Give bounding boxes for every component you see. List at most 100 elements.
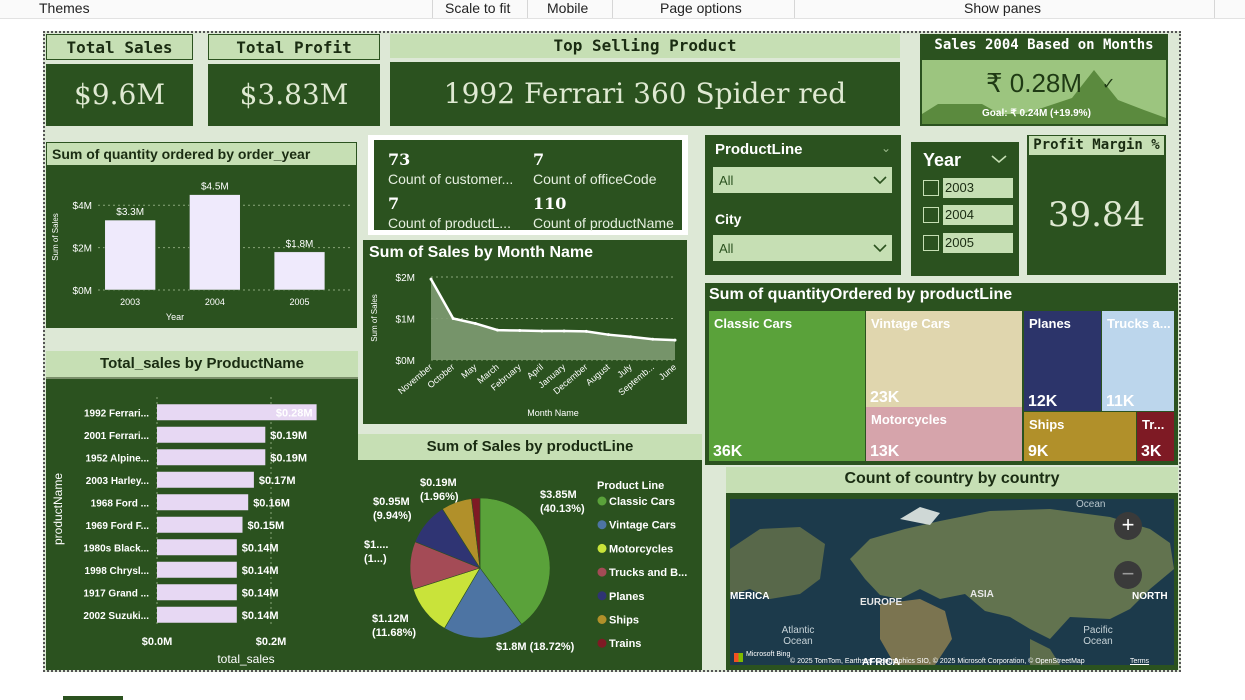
treemap-cell[interactable]: Tr... 3K <box>1137 412 1174 461</box>
legend-item: Trucks and B... <box>609 567 687 579</box>
page-tab-indicator[interactable] <box>63 696 123 700</box>
treemap-cell-value: 12K <box>1028 393 1058 410</box>
treemap-cell[interactable]: Classic Cars 36K <box>709 311 865 461</box>
data-point <box>540 329 544 333</box>
top-product-title: Top Selling Product <box>390 34 900 58</box>
legend-marker <box>597 543 607 553</box>
sales-by-product-chart[interactable]: $0.0M $0.2M 1992 Ferrari... $0.28M 2001 Ferr… <box>46 379 358 670</box>
y-tick-label: $2M <box>396 273 415 284</box>
bar <box>157 449 266 466</box>
treemap-cell[interactable]: Vintage Cars 23K <box>866 311 1022 407</box>
sales-by-productline-chart[interactable]: $3.85M (40.13%) $1.8M (18.72%) $1.12M (11.68… <box>358 460 702 670</box>
chevron-down-icon: ⌄ <box>881 141 892 155</box>
sales-2004-value: ₹ 0.28M <box>986 68 1083 98</box>
treemap-cell-label: Vintage Cars <box>871 316 951 331</box>
data-point <box>473 321 477 325</box>
map-label-asia: ASIA <box>970 589 994 600</box>
treemap-cell[interactable]: Motorcycles 13K <box>866 407 1022 461</box>
area-fill <box>431 279 675 360</box>
map-brand: Microsoft Bing <box>746 651 791 658</box>
data-point <box>584 329 588 333</box>
data-label: $4.5M <box>201 182 229 193</box>
treemap-cell[interactable]: Trucks a... 11K <box>1102 311 1174 411</box>
menu-scale-to-fit[interactable]: Scale to fit <box>445 0 510 18</box>
y-tick-label: $0M <box>73 286 92 297</box>
bar <box>157 516 243 533</box>
map-label-north: NORTH <box>1132 591 1168 602</box>
y-axis-title: productName <box>51 473 65 545</box>
menu-themes[interactable]: Themes <box>39 0 90 18</box>
sales-by-product-svg: $0.0M $0.2M 1992 Ferrari... $0.28M 2001 Ferr… <box>51 397 317 666</box>
customers-count-label: Count of customer... <box>388 171 514 187</box>
legend-marker <box>597 567 607 577</box>
treemap-cell-label: Classic Cars <box>714 316 793 331</box>
data-point <box>651 337 655 341</box>
profit-margin-title: Profit Margin % <box>1029 136 1164 155</box>
menu-divider <box>794 0 795 18</box>
counts-card-frame: 73 Count of customer... 7 Count of offic… <box>368 135 688 235</box>
data-point <box>606 333 610 337</box>
productline-dropdown-value: All <box>719 173 734 188</box>
profit-margin-card: Profit Margin % 39.84 <box>1027 135 1166 275</box>
data-label: (40.13%) <box>540 503 585 515</box>
map-terms-link[interactable]: Terms <box>1130 658 1149 665</box>
qty-by-productline-treemap[interactable]: Sum of quantityOrdered by productLine Cl… <box>705 283 1178 465</box>
x-axis-title: total_sales <box>217 652 274 666</box>
menu-show-panes[interactable]: Show panes <box>964 0 1041 18</box>
city-slicer-label: City <box>715 211 742 227</box>
year-2005-option[interactable]: 2005 <box>943 233 1013 253</box>
treemap-cell[interactable]: Planes 12K <box>1024 311 1101 411</box>
sales-by-productline-svg: $3.85M (40.13%) $1.8M (18.72%) $1.12M (11.68… <box>364 477 687 653</box>
bar <box>273 251 326 291</box>
bar <box>157 606 237 623</box>
treemap-cell-value: 13K <box>870 443 900 460</box>
chevron-down-icon <box>873 244 887 253</box>
zoom-in-icon[interactable]: + <box>1114 512 1142 540</box>
data-label: $0.17M <box>259 475 296 487</box>
country-map[interactable]: Ocean MERICA EUROPE ASIA NORTH Atlantic … <box>730 499 1174 665</box>
menu-divider <box>527 0 528 18</box>
map-label-ocean: Ocean <box>1076 499 1106 510</box>
data-label: $1.12M <box>372 613 409 625</box>
year-2005-checkbox[interactable] <box>923 235 939 251</box>
menu-page-options[interactable]: Page options <box>660 0 742 18</box>
city-dropdown[interactable]: All <box>713 235 892 261</box>
office-count: 7 <box>533 150 545 169</box>
year-2003-checkbox[interactable] <box>923 180 939 196</box>
qty-by-year-chart[interactable]: $0M $2M $4M $3.3M 2003 $4.5M 2004 $1.8M 2005 Year… <box>46 166 357 328</box>
productline-dropdown[interactable]: All <box>713 167 892 193</box>
legend-item: Planes <box>609 591 644 603</box>
zoom-out-icon[interactable]: − <box>1114 561 1142 589</box>
x-tick-label: 2003 <box>120 297 140 307</box>
profit-margin-value: 39.84 <box>1047 195 1146 235</box>
customers-count: 73 <box>388 150 411 169</box>
menu-mobile[interactable]: Mobile <box>547 0 588 18</box>
data-point <box>518 329 522 333</box>
data-label: $0.15M <box>248 520 285 532</box>
year-2004-checkbox[interactable] <box>923 207 939 223</box>
data-label: (9.94%) <box>373 510 412 522</box>
map-attribution[interactable]: © 2025 TomTom, Earthstar Geographics SIO… <box>790 658 1085 665</box>
y-tick-label: $1M <box>396 315 415 326</box>
x-tick-label: $0.0M <box>142 636 173 648</box>
bar <box>157 426 266 443</box>
data-point <box>673 338 677 342</box>
data-label: $3.3M <box>116 207 144 218</box>
city-dropdown-value: All <box>719 241 734 256</box>
treemap-cell-label: Motorcycles <box>871 412 947 427</box>
data-label: $0.19M <box>420 477 457 489</box>
year-2004-option[interactable]: 2004 <box>943 205 1013 225</box>
check-icon: ✓ <box>1102 76 1116 93</box>
treemap-cell[interactable]: Ships 9K <box>1024 412 1136 461</box>
y-tick-label: 2002 Suzuki... <box>83 611 149 622</box>
y-tick-label: 1980s Black... <box>83 543 149 554</box>
sales-by-month-chart[interactable]: Sum of Sales by Month Name $0M $1M $2M Nove… <box>363 240 687 424</box>
bar <box>157 584 237 601</box>
data-label: (1.96%) <box>420 491 459 503</box>
year-2003-option[interactable]: 2003 <box>943 178 1013 198</box>
productname-count-label: Count of productName <box>533 215 674 231</box>
microsoft-logo-icon <box>734 653 743 662</box>
y-tick-label: $2M <box>73 244 92 255</box>
sales-2004-title: Sales 2004 Based on Months <box>934 37 1154 53</box>
treemap-cell-label: Planes <box>1029 316 1071 331</box>
